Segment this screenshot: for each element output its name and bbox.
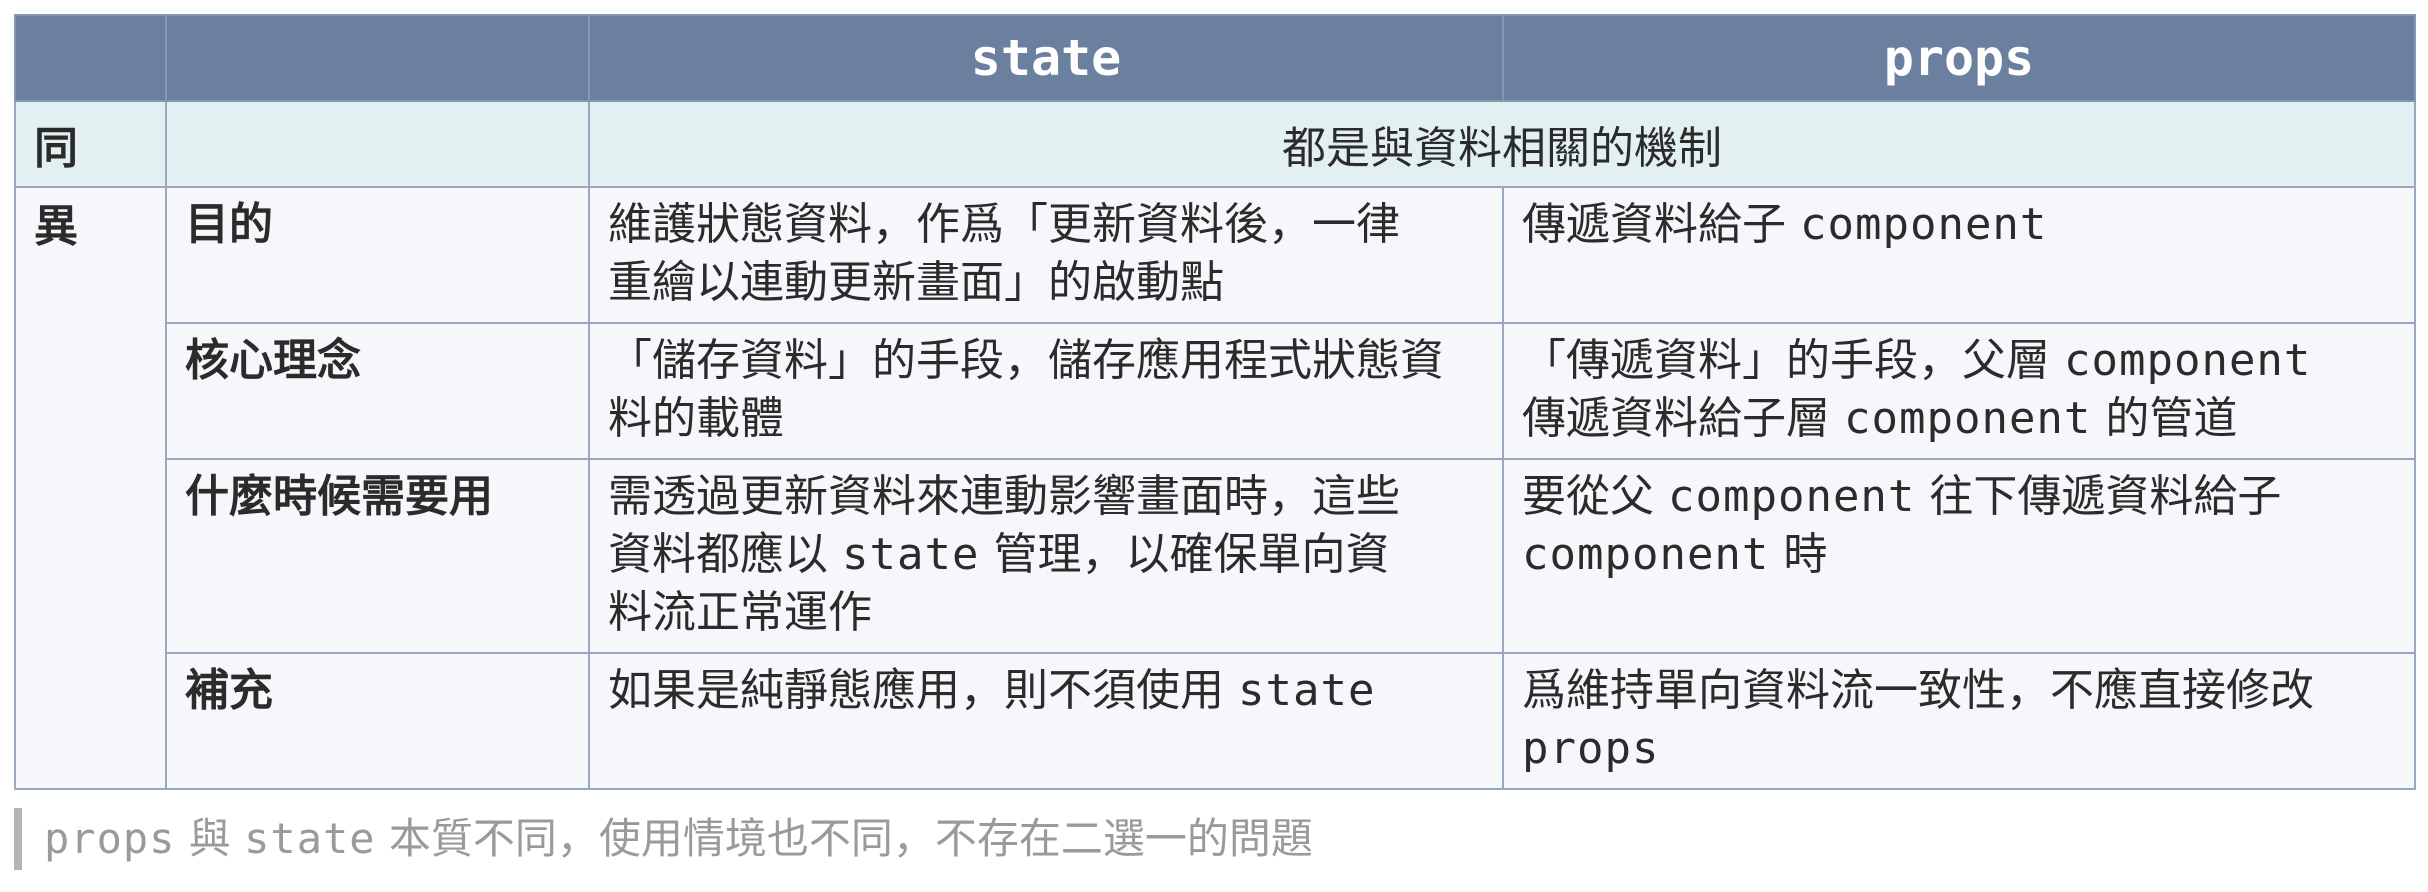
cell-text: 維護狀態資料，作爲「更新資料後，一律 <box>608 199 1400 250</box>
cell-text: 管理，以確保單向資 <box>979 529 1390 580</box>
code-text: props <box>44 814 176 863</box>
cell-text: 傳遞資料給子層 <box>1522 393 1844 444</box>
code-text: component <box>1522 529 1770 580</box>
header-cell-empty-2 <box>165 14 590 102</box>
cell-text: 需透過更新資料來連動影響畫面時，這些 <box>608 471 1400 522</box>
row-side-different: 異 <box>14 186 167 790</box>
comparison-table-container: state props 同 都是與資料相關的機制 異 目的 維護狀態資料，作爲「… <box>14 14 2416 790</box>
header-cell-state: state <box>588 14 1504 102</box>
blockquote-note: props 與 state 本質不同，使用情境也不同，不存在二選一的問題 <box>14 808 1313 870</box>
table-header-row: state props <box>14 14 2416 102</box>
cell-text: 重繪以連動更新畫面」的啟動點 <box>608 257 1224 308</box>
cell-text: 時 <box>1769 529 1828 580</box>
code-text: state <box>1238 665 1376 716</box>
code-text: state <box>842 529 980 580</box>
props-cell: 要從父 component 往下傳遞資料給子 component 時 <box>1502 458 2416 654</box>
state-cell: 維護狀態資料，作爲「更新資料後，一律 重繪以連動更新畫面」的啟動點 <box>588 186 1504 324</box>
code-text: state <box>244 814 376 863</box>
row-label: 補充 <box>165 652 590 790</box>
cell-text: 往下傳遞資料給子 <box>1915 471 2282 522</box>
cell-text: 要從父 <box>1522 471 1668 522</box>
same-row-empty-cell <box>165 100 590 188</box>
props-cell: 「傳遞資料」的手段，父層 component 傳遞資料給子層 component … <box>1502 322 2416 460</box>
cell-text: 「儲存資料」的手段，儲存應用程式狀態資 <box>608 335 1444 386</box>
cell-text: 「傳遞資料」的手段，父層 <box>1522 335 2064 386</box>
cell-text: 料流正常運作 <box>608 587 872 638</box>
table-row: 補充 如果是純靜態應用，則不須使用 state 爲維持單向資料流一致性，不應直接… <box>15 652 2416 790</box>
table-row-same: 同 都是與資料相關的機制 <box>14 100 2416 188</box>
cell-text: 傳遞資料給子 <box>1522 199 1800 250</box>
note-text: 本質不同，使用情境也不同，不存在二選一的問題 <box>375 814 1313 863</box>
same-row-content: 都是與資料相關的機制 <box>588 100 2416 188</box>
row-side-same: 同 <box>14 100 167 188</box>
state-cell: 需透過更新資料來連動影響畫面時，這些 資料都應以 state 管理，以確保單向資料… <box>588 458 1504 654</box>
table-row: 異 目的 維護狀態資料，作爲「更新資料後，一律 重繪以連動更新畫面」的啟動點 傳遞… <box>14 186 2416 790</box>
code-text: props <box>1522 723 1660 774</box>
state-cell: 如果是純靜態應用，則不須使用 state <box>588 652 1504 790</box>
note-text: 與 <box>175 814 245 863</box>
header-cell-props: props <box>1502 14 2416 102</box>
row-label: 目的 <box>165 186 590 324</box>
code-text: component <box>1668 471 1916 522</box>
code-text: component <box>1800 199 2048 250</box>
code-text: component <box>1844 393 2092 444</box>
props-cell: 傳遞資料給子 component <box>1502 186 2416 324</box>
cell-text: 的管道 <box>2091 393 2238 444</box>
props-cell: 爲維持單向資料流一致性，不應直接修改 props <box>1502 652 2416 790</box>
state-props-comparison-table: state props 同 都是與資料相關的機制 異 目的 維護狀態資料，作爲「… <box>14 14 2416 790</box>
cell-text: 料的載體 <box>608 393 784 444</box>
cell-text: 爲維持單向資料流一致性，不應直接修改 <box>1522 665 2314 716</box>
row-label: 核心理念 <box>165 322 590 460</box>
cell-text: 如果是純靜態應用，則不須使用 <box>608 665 1238 716</box>
table-row: 什麼時候需要用 需透過更新資料來連動影響畫面時，這些 資料都應以 state 管理… <box>15 458 2416 654</box>
cell-text: 資料都應以 <box>608 529 842 580</box>
header-cell-empty-1 <box>14 14 167 102</box>
row-label: 什麼時候需要用 <box>165 458 590 654</box>
table-row: 核心理念 「儲存資料」的手段，儲存應用程式狀態資 料的載體 「傳遞資料」的手段，父… <box>15 322 2416 460</box>
code-text: component <box>2064 335 2312 386</box>
state-cell: 「儲存資料」的手段，儲存應用程式狀態資 料的載體 <box>588 322 1504 460</box>
